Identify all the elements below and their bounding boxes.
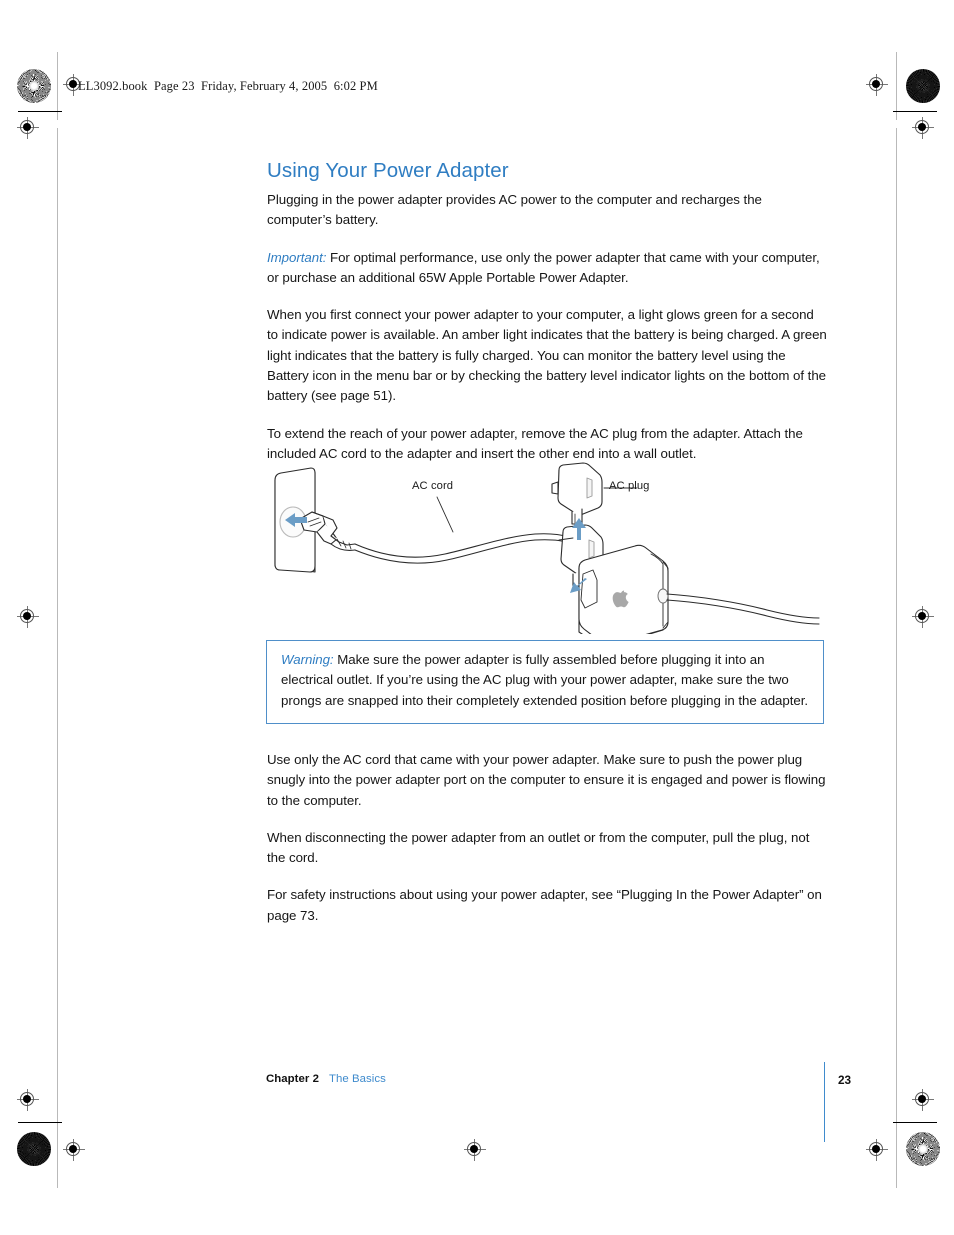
adapter-diagram-svg — [274, 462, 820, 634]
footer-chapter-name: The Basics — [329, 1073, 386, 1085]
trim-rule-bottom-right — [893, 1122, 937, 1123]
registration-crosshair-upper-right — [912, 117, 934, 139]
paragraph-light-status: When you first connect your power adapte… — [267, 307, 827, 404]
warning-callout-box: Warning: Make sure the power adapter is … — [266, 640, 824, 724]
trim-line-right-main — [896, 128, 897, 1188]
warning-label: Warning: — [281, 652, 334, 667]
book-file-header: LL3092.book Page 23 Friday, February 4, … — [78, 79, 378, 93]
paragraph-important: Important: For optimal performance, use … — [267, 248, 827, 289]
footer-divider-rule — [824, 1062, 825, 1142]
page-number: 23 — [838, 1073, 852, 1087]
registration-crosshair-lower-right — [912, 1089, 934, 1111]
paragraph-safety-reference: For safety instructions about using your… — [267, 887, 822, 923]
warning-body: Make sure the power adapter is fully ass… — [281, 652, 809, 708]
registration-target-bottom-left — [17, 1132, 51, 1166]
trim-line-left-main — [57, 128, 58, 1188]
warning-text-container: Warning: Make sure the power adapter is … — [281, 650, 809, 711]
paragraph-intro-text: Plugging in the power adapter provides A… — [267, 192, 762, 228]
page-content: Using Your Power Adapter Plugging in the… — [267, 158, 827, 481]
registration-crosshair-bottom-center — [464, 1139, 486, 1161]
registration-crosshair-bottom-left — [63, 1139, 85, 1161]
trim-rule-top-right — [893, 111, 937, 112]
paragraph-extend-reach: To extend the reach of your power adapte… — [267, 425, 803, 461]
important-label: Important: — [267, 249, 327, 265]
registration-crosshair-top-right — [866, 74, 888, 96]
registration-crosshair-lower-left — [17, 1089, 39, 1111]
paragraph-disconnecting: When disconnecting the power adapter fro… — [267, 829, 810, 866]
page-content-lower: Use only the AC cord that came with your… — [267, 750, 827, 943]
figure-label-ac-cord: AC cord — [412, 480, 454, 492]
trim-rule-bottom-left — [18, 1122, 62, 1123]
trim-line-left-top — [57, 52, 58, 120]
page-title: Using Your Power Adapter — [267, 159, 509, 182]
power-adapter-illustration: AC cord AC plug — [267, 462, 827, 634]
figure-label-ac-plug: AC plug — [609, 480, 650, 492]
footer-chapter-number: Chapter 2 — [266, 1073, 319, 1085]
page-footer: Chapter 2 The Basics — [266, 1073, 386, 1085]
trim-line-right-top — [896, 52, 897, 120]
registration-crosshair-bottom-right — [866, 1139, 888, 1161]
important-text: For optimal performance, use only the po… — [267, 249, 820, 285]
registration-crosshair-middle-left — [17, 606, 39, 628]
registration-starburst-top-left — [17, 69, 51, 103]
registration-starburst-bottom-right — [906, 1132, 940, 1166]
paragraph-use-only-cord: Use only the AC cord that came with your… — [267, 752, 826, 808]
paragraph-intro: Plugging in the power adapter provides A… — [267, 190, 827, 231]
registration-crosshair-upper-left — [17, 117, 39, 139]
registration-crosshair-middle-right — [912, 606, 934, 628]
trim-rule-top-left — [18, 111, 62, 112]
registration-target-top-right — [906, 69, 940, 103]
